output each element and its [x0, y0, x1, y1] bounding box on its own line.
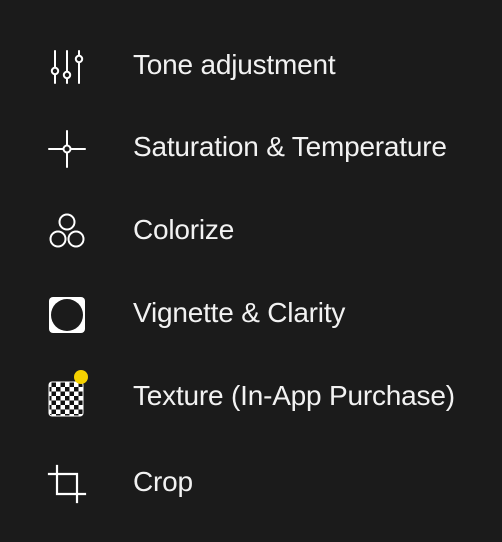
purchase-badge-dot — [74, 370, 88, 384]
crosshair-icon — [47, 129, 87, 169]
menu-item-crop[interactable]: Crop — [0, 446, 502, 518]
menu-item-saturation-temperature[interactable]: Saturation & Temperature — [0, 111, 502, 183]
vignette-icon — [47, 295, 87, 335]
menu-item-label: Texture (In-App Purchase) — [133, 380, 455, 411]
menu-item-vignette-clarity[interactable]: Vignette & Clarity — [0, 277, 502, 349]
menu-item-label: Crop — [133, 466, 193, 497]
menu-item-label: Colorize — [133, 214, 235, 245]
menu-item-label: Vignette & Clarity — [133, 297, 346, 328]
menu-item-label: Tone adjustment — [133, 49, 336, 80]
edit-tools-menu: Tone adjustment Saturation & Temperature — [0, 0, 502, 542]
menu-item-label: Saturation & Temperature — [133, 131, 447, 162]
menu-item-tone-adjustment[interactable]: Tone adjustment — [0, 29, 502, 101]
three-circles-icon — [47, 212, 87, 252]
sliders-icon — [47, 47, 87, 87]
menu-item-texture[interactable]: Texture (In-App Purchase) — [0, 360, 502, 432]
menu-item-colorize[interactable]: Colorize — [0, 194, 502, 266]
crop-icon — [47, 464, 87, 504]
checkerboard-icon — [47, 378, 87, 418]
